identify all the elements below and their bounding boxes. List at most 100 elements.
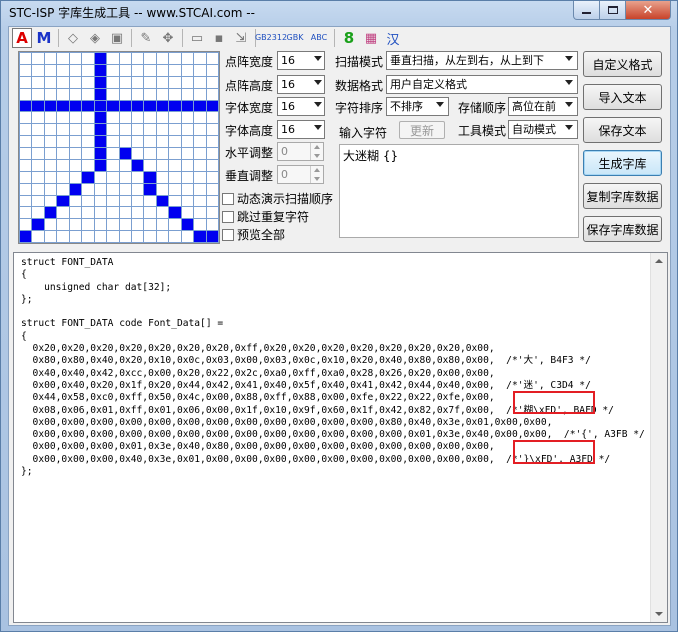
pixel-cell[interactable] [169,53,181,64]
pixel-cell[interactable] [69,207,82,219]
pixel-cell[interactable] [131,231,144,242]
pixel-cell[interactable] [206,64,218,76]
pixel-cell[interactable] [169,195,181,207]
pixel-cell[interactable] [156,148,169,159]
fill-icon[interactable]: ◈ [85,28,105,48]
pixel-cell[interactable] [82,88,94,100]
pixel-cell[interactable] [144,195,156,207]
pixel-cell[interactable] [44,124,57,136]
pixel-cell[interactable] [119,195,131,207]
v-adjust-spinner[interactable]: 0 [277,165,324,184]
pixel-cell[interactable] [119,124,131,136]
demo-scan-checkbox[interactable]: 动态演示扫描顺序 [222,190,333,207]
pixel-cell[interactable] [69,112,82,124]
spinner-arrows-icon[interactable] [310,143,323,160]
pixel-cell[interactable] [119,76,131,88]
save-data-button[interactable]: 保存字库数据 [583,216,662,242]
pixel-cell[interactable] [107,100,119,112]
pixel-cell[interactable] [44,219,57,231]
pixel-cell[interactable] [107,76,119,88]
pixel-cell[interactable] [169,100,181,112]
pixel-cell[interactable] [57,148,69,159]
pixel-cell[interactable] [57,88,69,100]
pixel-cell[interactable] [44,100,57,112]
pixel-cell[interactable] [194,100,206,112]
pixel-cell[interactable] [119,112,131,124]
pixel-cell[interactable] [169,148,181,159]
pixel-cell[interactable] [169,88,181,100]
pixel-cell[interactable] [169,76,181,88]
pixel-cell[interactable] [169,219,181,231]
pixel-cell[interactable] [156,171,169,183]
pixel-cell[interactable] [119,148,131,159]
pixel-cell[interactable] [131,76,144,88]
pixel-cell[interactable] [20,148,32,159]
scroll-down-icon[interactable] [655,612,663,616]
pixel-cell[interactable] [144,159,156,171]
pixel-cell[interactable] [119,219,131,231]
pixel-cell[interactable] [32,148,44,159]
pixel-cell[interactable] [20,159,32,171]
pixel-cell[interactable] [32,171,44,183]
pixel-cell[interactable] [194,219,206,231]
pixel-cell[interactable] [69,183,82,195]
pixel-cell[interactable] [107,124,119,136]
pixel-cell[interactable] [156,195,169,207]
matrix-height-select[interactable]: 16 [277,75,325,94]
pixel-cell[interactable] [44,112,57,124]
pixel-cell[interactable] [57,64,69,76]
pixel-cell[interactable] [94,124,107,136]
pixel-cell[interactable] [131,136,144,147]
pixel-cell[interactable] [20,64,32,76]
pixel-cell[interactable] [181,88,194,100]
pixel-cell[interactable] [169,136,181,147]
pixel-cell[interactable] [32,231,44,242]
pixel-cell[interactable] [57,124,69,136]
pixel-cell[interactable] [44,53,57,64]
pixel-cell[interactable] [57,53,69,64]
pixel-cell[interactable] [32,112,44,124]
pixel-cell[interactable] [206,53,218,64]
pixel-cell[interactable] [69,76,82,88]
checkbox-box[interactable] [222,210,234,223]
pixel-cell[interactable] [94,88,107,100]
pixel-cell[interactable] [82,53,94,64]
pixel-cell[interactable] [206,124,218,136]
pixel-cell[interactable] [144,183,156,195]
pixel-cell[interactable] [44,159,57,171]
import-text-button[interactable]: 导入文本 [583,84,662,110]
pixel-cell[interactable] [94,171,107,183]
maximize-button[interactable] [600,1,626,20]
pixel-cell[interactable] [181,219,194,231]
pixel-cell[interactable] [20,53,32,64]
pixel-cell[interactable] [119,100,131,112]
pixel-cell[interactable] [156,183,169,195]
pixel-cell[interactable] [107,207,119,219]
pixel-cell[interactable] [94,76,107,88]
pixel-cell[interactable] [156,231,169,242]
move-icon[interactable]: ✥ [158,28,178,48]
pixel-cell[interactable] [194,136,206,147]
pixel-cell[interactable] [69,136,82,147]
pixel-cell[interactable] [181,124,194,136]
save-icon[interactable]: ▪ [209,28,229,48]
pixel-cell[interactable] [156,88,169,100]
pixel-cell[interactable] [131,195,144,207]
gbk-button[interactable]: GBK [284,28,306,48]
pixel-cell[interactable] [20,171,32,183]
pixel-cell[interactable] [82,124,94,136]
pixel-cell[interactable] [181,148,194,159]
pixel-cell[interactable] [82,171,94,183]
pixel-cell[interactable] [131,88,144,100]
generate-font-button[interactable]: 生成字库 [583,150,662,176]
pixel-cell[interactable] [107,148,119,159]
spinner-arrows-icon[interactable] [310,166,323,183]
pixel-cell[interactable] [69,64,82,76]
pixel-cell[interactable] [107,53,119,64]
pixel-cell[interactable] [181,76,194,88]
pixel-cell[interactable] [156,136,169,147]
pixel-cell[interactable] [69,100,82,112]
pixel-cell[interactable] [94,148,107,159]
copy-data-button[interactable]: 复制字库数据 [583,183,662,209]
pixel-cell[interactable] [131,171,144,183]
